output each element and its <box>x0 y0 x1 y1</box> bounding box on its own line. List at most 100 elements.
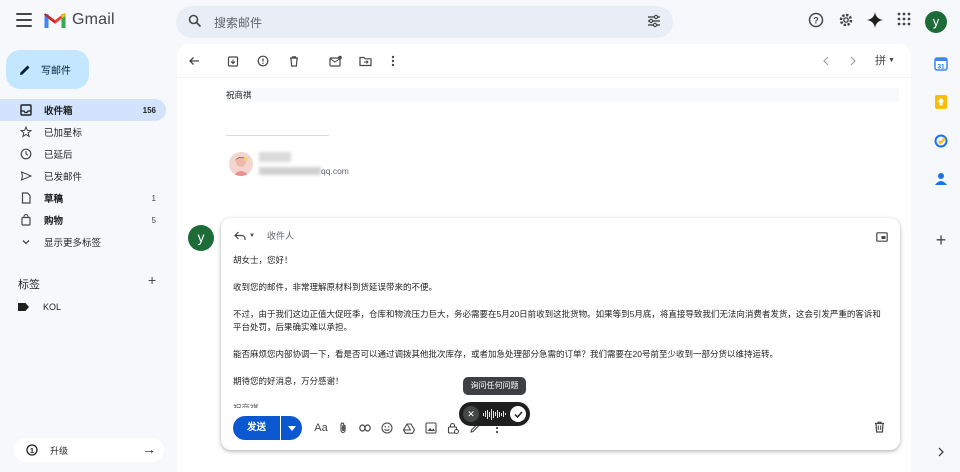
sidebar-item-inbox[interactable]: 收件箱 156 <box>0 99 166 121</box>
back-arrow-icon[interactable] <box>187 54 201 68</box>
emoji-icon[interactable] <box>376 417 398 439</box>
sidebar-item-kol[interactable]: KOL <box>18 302 61 312</box>
caret-down-icon: ▼ <box>888 56 895 64</box>
sidebar: 写邮件 收件箱 156 已加星标 已延后 已发邮件 草稿 1 购物 5 显示更多… <box>0 44 176 472</box>
delete-icon[interactable] <box>287 54 301 68</box>
nav-list: 收件箱 156 已加星标 已延后 已发邮件 草稿 1 购物 5 显示更多标签 <box>0 99 166 253</box>
reply-type-button[interactable]: ▼ <box>234 231 255 241</box>
pop-out-icon[interactable] <box>876 232 888 242</box>
discard-draft-icon[interactable] <box>874 421 885 433</box>
search-bar[interactable]: 搜索邮件 <box>176 6 673 38</box>
drive-icon[interactable] <box>398 417 420 439</box>
message-view: 拼 ▼ 祝商祺 qq.com y ▼ 收件人 胡女士，您好！ 收到您的邮件，非常理… <box>177 44 911 472</box>
sidebar-item-label: 已发邮件 <box>44 172 83 183</box>
account-avatar[interactable]: y <box>925 11 947 33</box>
labels-heading: 标签 <box>18 279 40 291</box>
upgrade-label: 升级 <box>50 445 69 456</box>
compose-label: 写邮件 <box>41 66 71 77</box>
recipients-field[interactable]: 收件人 <box>267 229 294 242</box>
body-paragraph: 能否麻烦您内部协调一下，看是否可以通过调拨其他批次库存，或者加急处理部分急需的订… <box>233 349 778 359</box>
reply-body[interactable]: 胡女士，您好！ 收到您的邮件，非常理解原材料到货延误带来的不便。 不过，由于我们… <box>233 254 888 408</box>
attach-icon[interactable] <box>332 417 354 439</box>
add-label-button[interactable]: + <box>148 272 156 288</box>
compose-button[interactable]: 写邮件 <box>6 50 89 89</box>
sidebar-item-label: 收件箱 <box>44 106 73 117</box>
formatting-options-icon[interactable]: Aa <box>310 417 332 439</box>
mark-unread-icon[interactable] <box>328 54 342 68</box>
confirm-voice-button[interactable] <box>510 406 526 422</box>
svg-text:?: ? <box>813 16 819 26</box>
body-paragraph: 期待您的好消息，万分感谢！ <box>233 376 344 386</box>
shopping-count: 5 <box>151 215 156 225</box>
reply-compose-box: ▼ 收件人 胡女士，您好！ 收到您的邮件，非常理解原材料到货延误带来的不便。 不… <box>221 218 900 450</box>
signature-email-suffix: qq.com <box>321 166 349 176</box>
sidebar-item-label: 购物 <box>44 216 64 227</box>
more-options-icon[interactable] <box>386 54 400 68</box>
keep-icon[interactable] <box>933 94 949 110</box>
sidebar-item-label: 显示更多标签 <box>44 238 102 249</box>
sidebar-item-label: 已加星标 <box>44 128 83 139</box>
signature-avatar <box>229 152 253 176</box>
older-chevron-icon[interactable] <box>846 54 860 68</box>
sidebar-item-snoozed[interactable]: 已延后 <box>0 143 166 165</box>
tasks-icon[interactable] <box>933 133 949 149</box>
insert-link-icon[interactable] <box>354 417 376 439</box>
unread-count: 156 <box>142 105 156 115</box>
send-button[interactable]: 发送 <box>233 416 280 440</box>
signature-divider <box>226 135 329 136</box>
voice-tooltip: 询问任何问题 <box>463 377 526 395</box>
body-paragraph: 不过，由于我们这边正值大促旺季，仓库和物流压力巨大，务必需要在5月20日前收到这… <box>233 309 881 332</box>
move-to-icon[interactable] <box>358 54 372 68</box>
shopping-icon <box>20 214 32 226</box>
main-menu-icon[interactable] <box>16 13 32 27</box>
side-panel-rail: 31 + <box>922 44 960 472</box>
star-icon <box>20 126 32 138</box>
sidebar-item-more[interactable]: 显示更多标签 <box>0 231 166 253</box>
sidebar-item-drafts[interactable]: 草稿 1 <box>0 187 166 209</box>
cancel-voice-button[interactable]: ✕ <box>463 406 479 422</box>
search-input[interactable]: 搜索邮件 <box>214 14 262 31</box>
add-addon-button[interactable]: + <box>933 230 949 250</box>
top-bar: Gmail 搜索邮件 ? y <box>0 0 960 44</box>
body-signature: 祝商祺 <box>233 403 259 408</box>
caret-down-icon: ▼ <box>249 232 255 239</box>
svg-text:1: 1 <box>30 446 34 455</box>
send-options-button[interactable] <box>280 416 302 440</box>
help-icon[interactable]: ? <box>808 12 824 28</box>
app-name: Gmail <box>72 11 115 28</box>
svg-text:31: 31 <box>937 64 945 71</box>
sidebar-item-shopping[interactable]: 购物 5 <box>0 209 166 231</box>
clock-icon <box>20 148 32 160</box>
apps-grid-icon[interactable] <box>897 12 911 26</box>
blurred-email <box>259 167 321 175</box>
input-tools-button[interactable]: 拼 ▼ <box>872 53 898 67</box>
chevron-down-icon <box>20 236 32 248</box>
report-spam-icon[interactable] <box>256 54 270 68</box>
sidebar-item-label: 已延后 <box>44 150 73 161</box>
arrow-right-icon: → <box>142 441 156 457</box>
newer-chevron-icon[interactable] <box>819 54 833 68</box>
reply-header: ▼ 收件人 <box>234 229 294 242</box>
gmail-logo[interactable]: Gmail <box>44 11 115 29</box>
sidebar-item-starred[interactable]: 已加星标 <box>0 121 166 143</box>
upgrade-button[interactable]: 1 升级 → <box>14 438 164 462</box>
audio-waveform <box>479 408 510 420</box>
upgrade-icon: 1 <box>26 444 38 456</box>
sidebar-item-sent[interactable]: 已发邮件 <box>0 165 166 187</box>
calendar-icon[interactable]: 31 <box>933 56 949 72</box>
settings-icon[interactable] <box>838 12 854 28</box>
quoted-signature: 祝商祺 <box>226 88 899 102</box>
archive-icon[interactable] <box>226 54 240 68</box>
insert-photo-icon[interactable] <box>420 417 442 439</box>
expand-panel-chevron-icon[interactable] <box>933 444 949 460</box>
draft-icon <box>20 192 32 204</box>
contacts-icon[interactable] <box>933 171 949 187</box>
gemini-icon[interactable] <box>867 12 883 28</box>
send-icon <box>20 170 32 182</box>
search-icon[interactable] <box>188 14 202 28</box>
body-paragraph: 胡女士，您好！ <box>233 255 293 265</box>
label-kol-text: KOL <box>43 302 62 312</box>
inbox-icon <box>20 104 32 116</box>
input-tools-label: 拼 <box>875 55 887 67</box>
search-options-icon[interactable] <box>647 14 661 28</box>
